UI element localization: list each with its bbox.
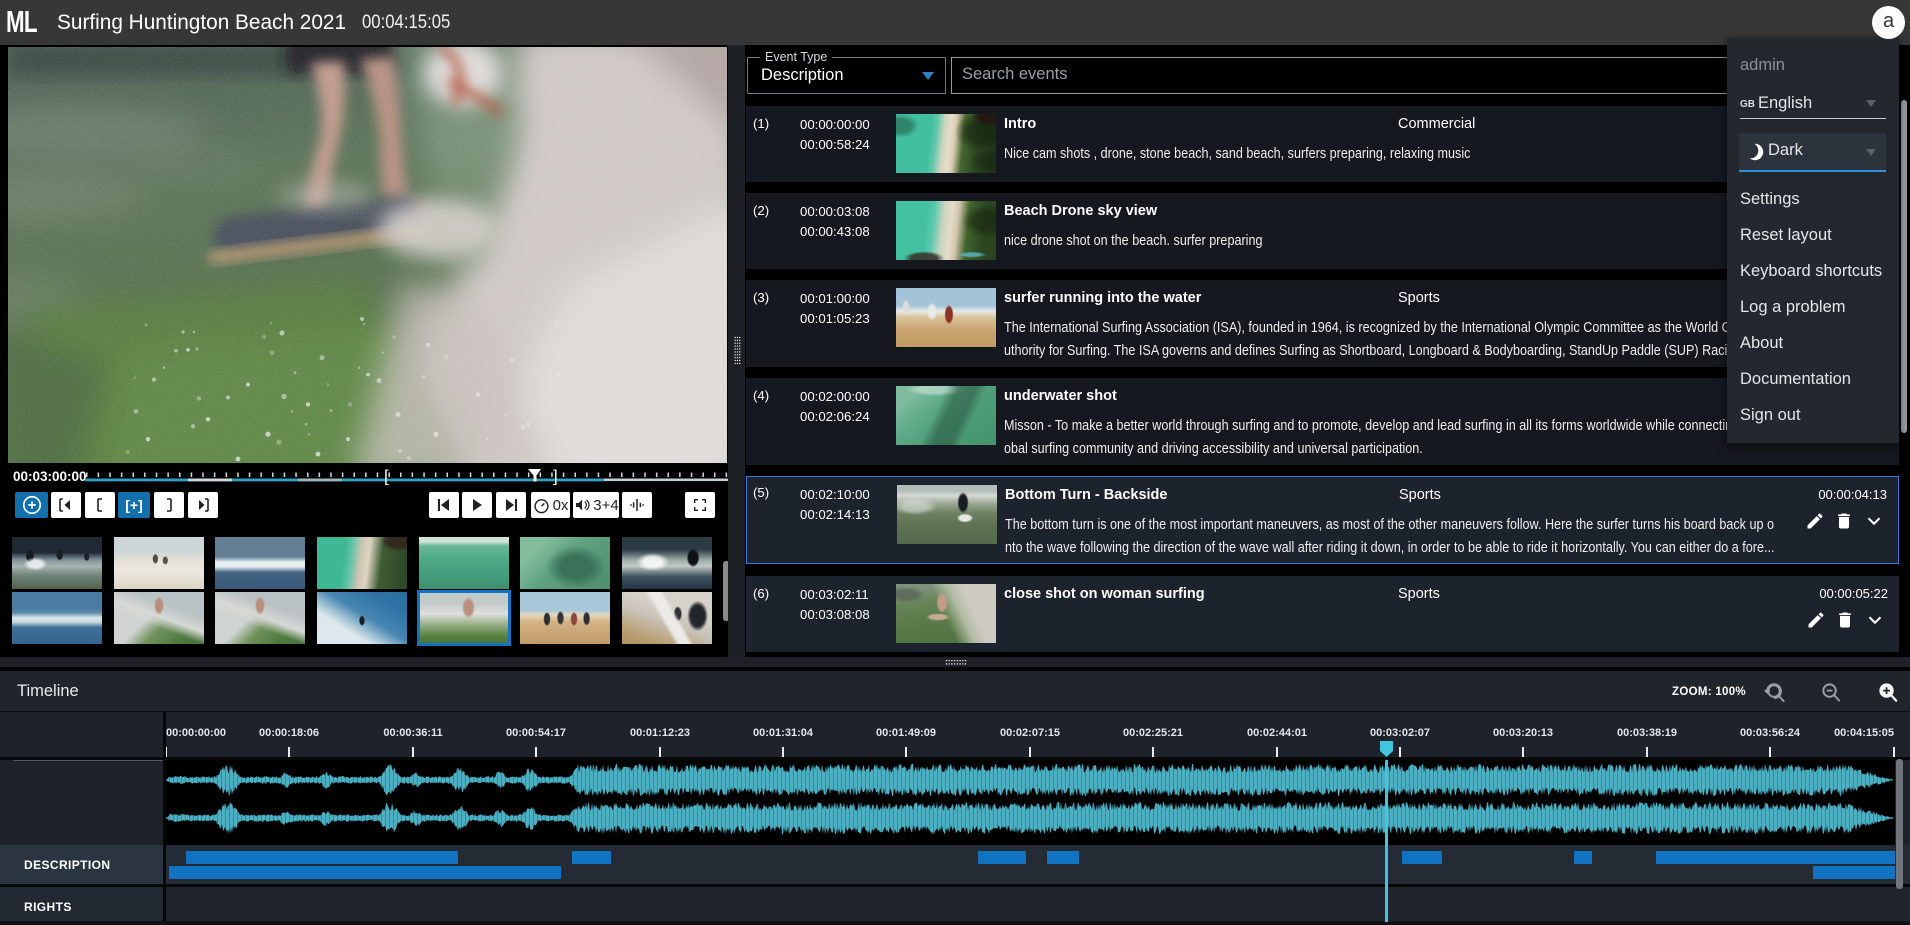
svg-text:[: [ — [384, 467, 389, 486]
svg-text:]: ] — [553, 467, 558, 486]
